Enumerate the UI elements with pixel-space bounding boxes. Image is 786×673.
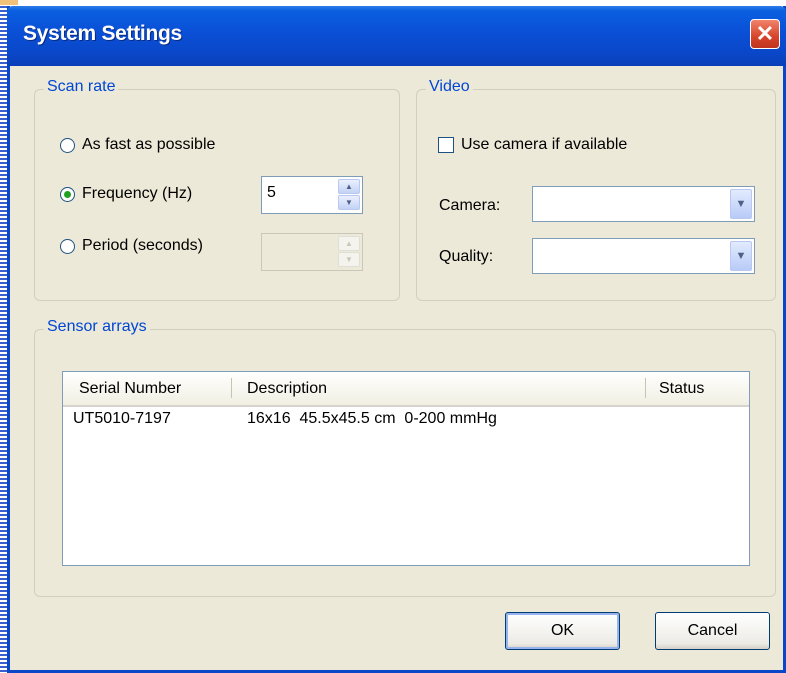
column-divider[interactable] [645, 378, 646, 398]
radio-label: Period (seconds) [82, 237, 203, 254]
cancel-button[interactable]: Cancel [655, 612, 770, 650]
quality-label: Quality: [439, 248, 494, 265]
frequency-value[interactable]: 5 [267, 184, 276, 202]
video-legend: Video [426, 78, 473, 96]
quality-dropdown[interactable]: ▼ [532, 238, 755, 274]
close-button[interactable]: ✕ [750, 19, 780, 49]
radio-button-selected[interactable] [60, 186, 75, 202]
ok-button[interactable]: OK [505, 612, 620, 650]
chevron-down-icon[interactable]: ▼ [730, 189, 752, 219]
column-divider[interactable] [231, 378, 232, 398]
spin-down-icon[interactable]: ▼ [338, 195, 360, 210]
window-title: System Settings [23, 22, 182, 45]
radio-label: As fast as possible [82, 136, 216, 153]
column-header-description[interactable]: Description [247, 380, 327, 398]
spin-up-icon: ▲ [338, 236, 360, 251]
title-bar[interactable]: System Settings ✕ [7, 6, 786, 66]
scan-rate-legend: Scan rate [44, 78, 119, 96]
use-camera-checkbox[interactable] [438, 137, 454, 153]
period-spinner: ▲ ▼ [261, 233, 363, 271]
camera-dropdown[interactable]: ▼ [532, 186, 755, 222]
frequency-spinner[interactable]: 5 ▲ ▼ [261, 176, 363, 214]
spin-down-icon: ▼ [338, 252, 360, 267]
radio-frequency[interactable]: Frequency (Hz) [60, 185, 192, 203]
column-header-status[interactable]: Status [659, 380, 704, 398]
radio-as-fast-as-possible[interactable]: As fast as possible [60, 136, 215, 154]
cell-description: 16x16 45.5x45.5 cm 0-200 mmHg [247, 410, 497, 427]
cell-serial-number: UT5010-7197 [73, 410, 171, 427]
use-camera-label: Use camera if available [461, 136, 628, 153]
left-edge-strip [0, 0, 7, 673]
sensor-arrays-list[interactable]: Serial Number Description Status UT5010-… [62, 371, 750, 566]
column-header-serial-number[interactable]: Serial Number [79, 380, 181, 398]
system-settings-dialog: System Settings ✕ Scan rate As fast as p… [7, 6, 786, 673]
list-header: Serial Number Description Status [63, 372, 749, 407]
use-camera-checkbox-row[interactable]: Use camera if available [438, 136, 627, 154]
chevron-down-icon[interactable]: ▼ [730, 241, 752, 271]
scan-rate-group: Scan rate As fast as possible Frequency … [34, 78, 400, 301]
video-group: Video Use camera if available Camera: ▼ … [416, 78, 776, 301]
background-corner [0, 0, 18, 5]
spin-up-icon[interactable]: ▲ [338, 179, 360, 194]
radio-button[interactable] [60, 238, 75, 254]
radio-button[interactable] [60, 137, 75, 153]
table-row[interactable]: UT5010-7197 16x16 45.5x45.5 cm 0-200 mmH… [63, 407, 749, 433]
radio-period[interactable]: Period (seconds) [60, 237, 203, 255]
close-icon: ✕ [755, 21, 775, 46]
camera-label: Camera: [439, 197, 501, 214]
radio-label: Frequency (Hz) [82, 185, 193, 202]
sensor-arrays-legend: Sensor arrays [44, 318, 150, 336]
